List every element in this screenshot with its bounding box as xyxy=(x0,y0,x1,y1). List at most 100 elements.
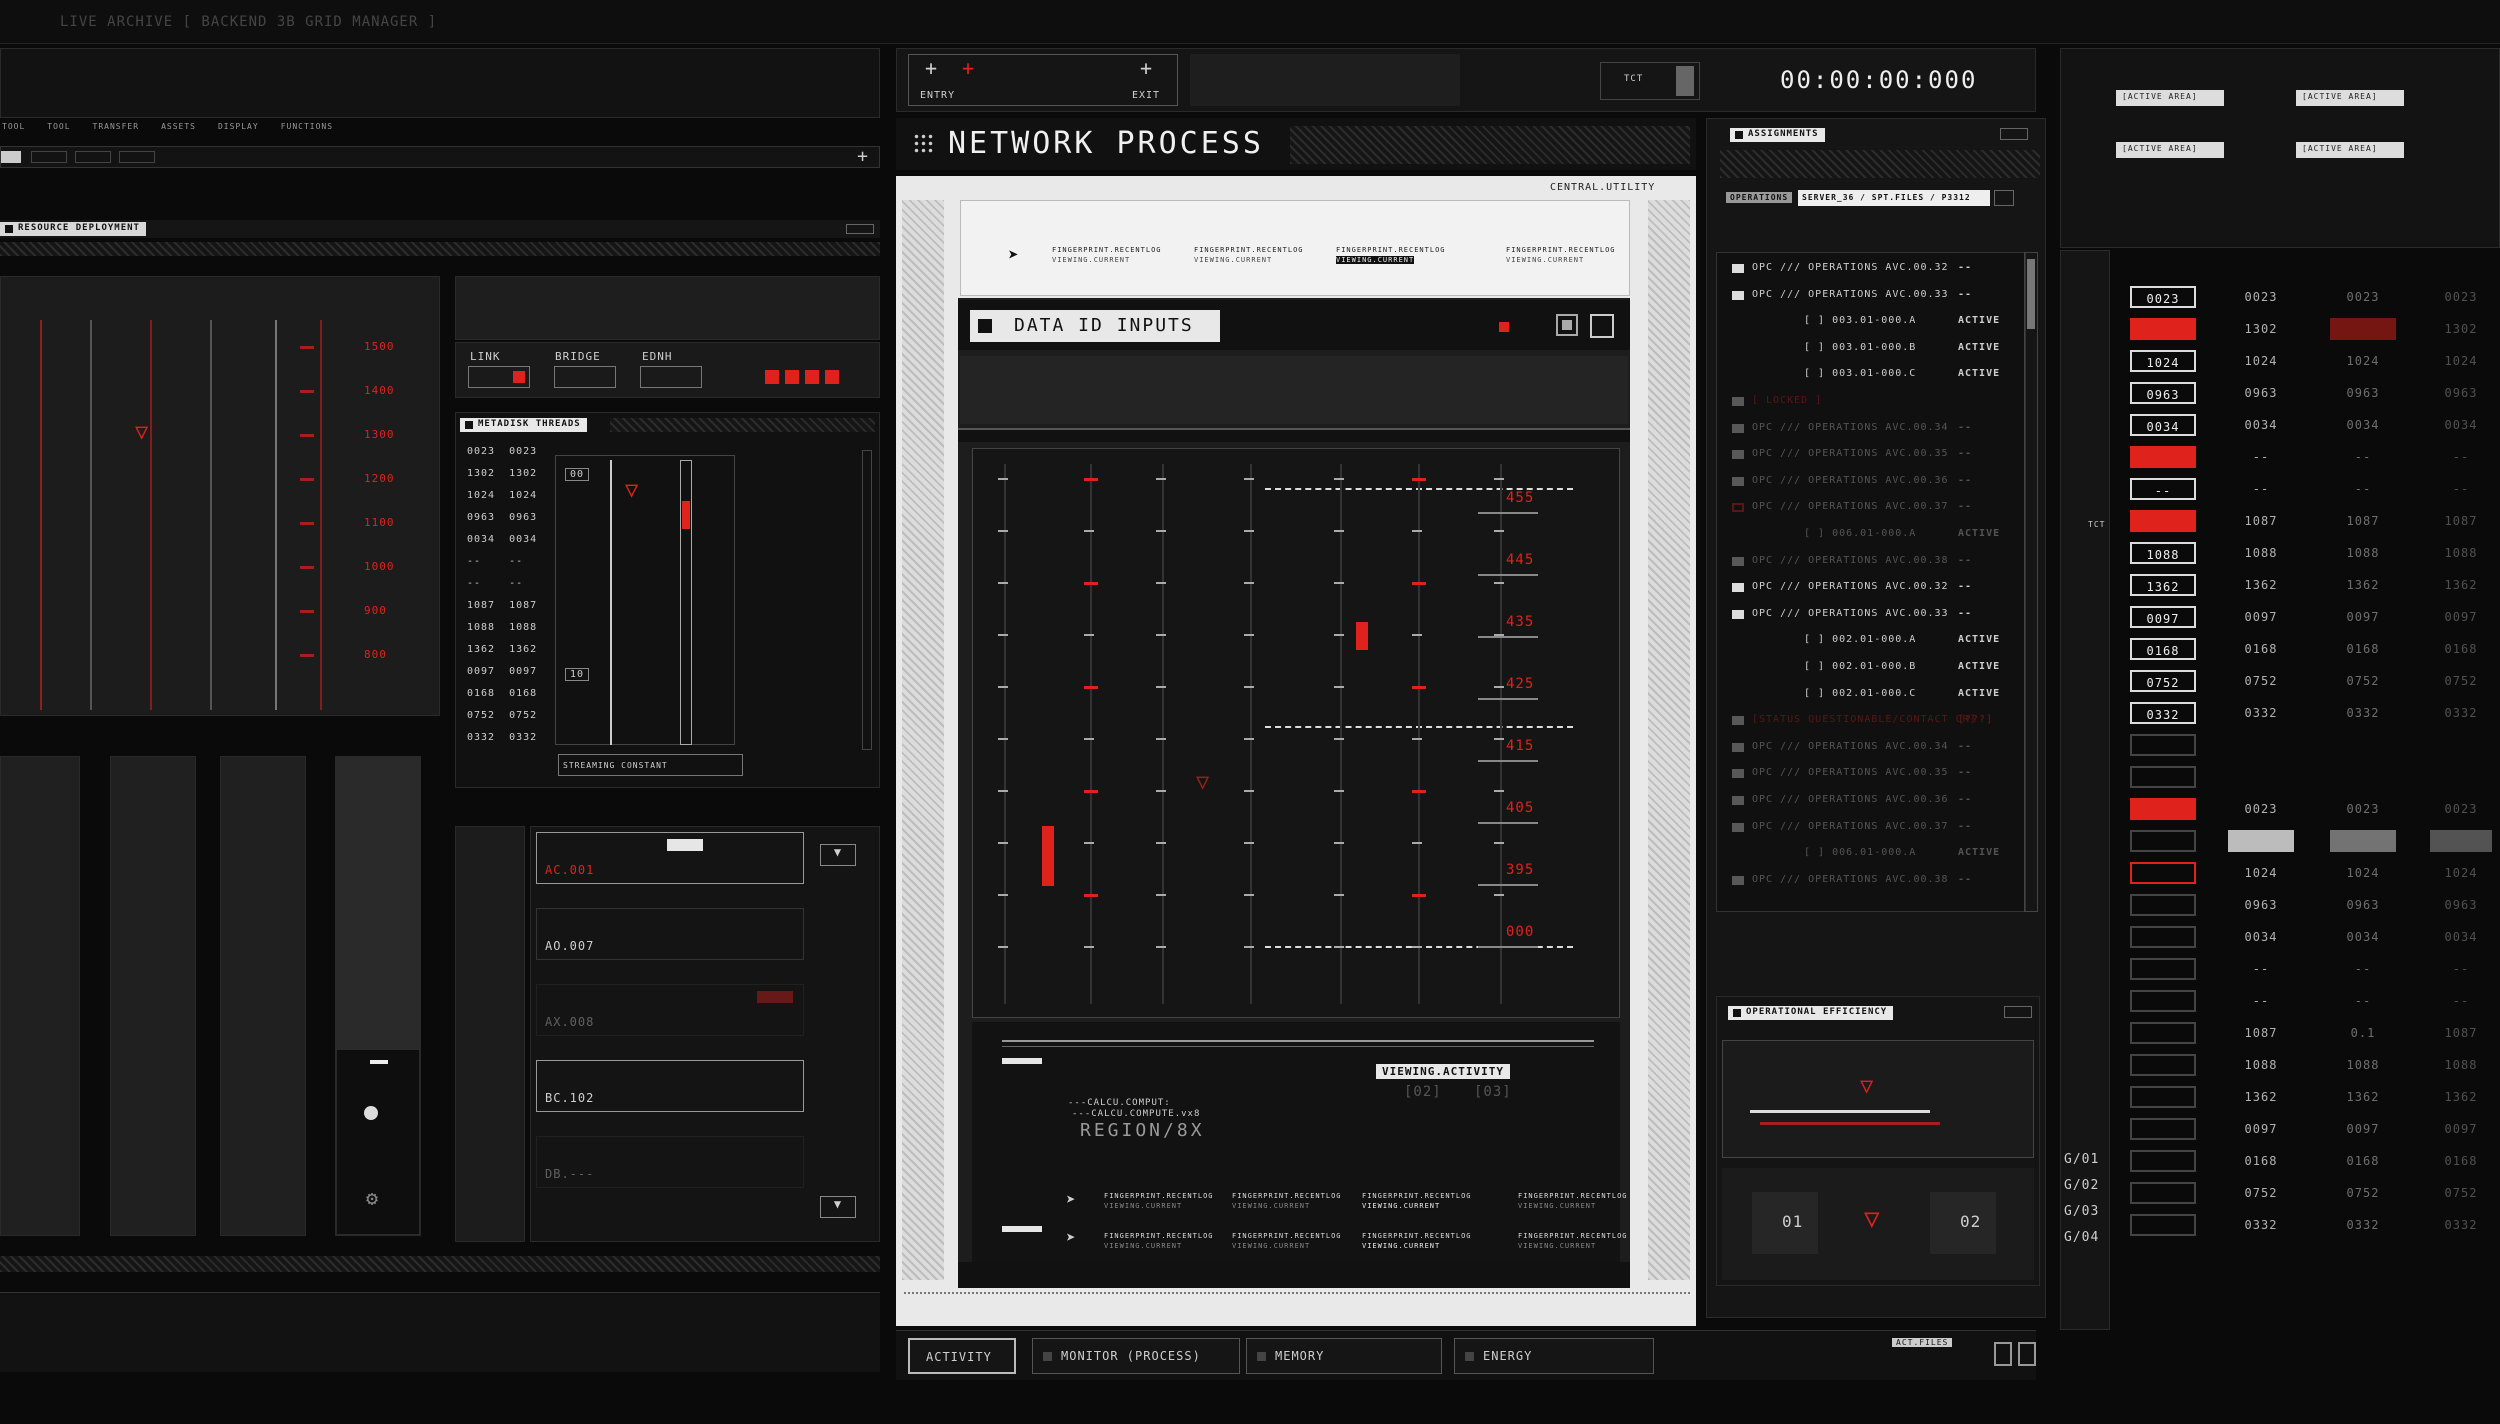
grid-cell[interactable]: 0023 xyxy=(2430,798,2492,820)
grid-cell[interactable] xyxy=(2130,830,2196,852)
grid-cell[interactable]: -- xyxy=(2228,990,2294,1012)
grid-cell[interactable]: 0752 xyxy=(2228,1182,2294,1204)
grid-cell[interactable]: 0963 xyxy=(2228,382,2294,404)
add-path-button[interactable]: + xyxy=(857,146,869,167)
grid-cell[interactable]: 1088 xyxy=(2430,1054,2492,1076)
grid-cell[interactable]: 0023 xyxy=(2228,286,2294,308)
grid-cell[interactable]: 0023 xyxy=(2130,286,2196,308)
grid-cell[interactable]: 0034 xyxy=(2330,414,2396,436)
left-tab[interactable]: ASSETS xyxy=(161,122,196,144)
grid-cell[interactable]: 1362 xyxy=(2430,1086,2492,1108)
grid-cell[interactable]: -- xyxy=(2130,478,2196,500)
tab-energy[interactable]: ENERGY xyxy=(1454,1338,1654,1374)
grid-cell[interactable] xyxy=(2130,990,2196,1012)
grid-cell[interactable]: -- xyxy=(2330,990,2396,1012)
grid-cell[interactable] xyxy=(2130,798,2196,820)
grid-cell[interactable]: -- xyxy=(2228,478,2294,500)
assignment-row[interactable]: OPC /// OPERATIONS AVC.00.35 -- xyxy=(1732,765,2032,785)
grid-cell[interactable]: 0332 xyxy=(2130,702,2196,724)
grid-cell[interactable]: 0097 xyxy=(2430,1118,2492,1140)
entry-add-button[interactable]: + xyxy=(925,56,938,80)
list-item[interactable]: BC.102 xyxy=(536,1060,804,1112)
play-arrow-icon[interactable]: ➤ xyxy=(1008,245,1020,266)
grid-cell[interactable] xyxy=(2130,734,2196,756)
grid-cell[interactable] xyxy=(2130,766,2196,788)
grid-cell[interactable]: -- xyxy=(2430,478,2492,500)
left-tab[interactable]: FUNCTIONS xyxy=(281,122,333,144)
grid-cell[interactable]: 1024 xyxy=(2430,862,2492,884)
assignment-row[interactable]: OPC /// OPERATIONS AVC.00.38 -- xyxy=(1732,872,2032,892)
assignment-row[interactable]: OPC /// OPERATIONS AVC.00.38 -- xyxy=(1732,553,2032,573)
grid-cell[interactable]: 0023 xyxy=(2430,286,2492,308)
layout-toggle-button[interactable] xyxy=(1994,1342,2012,1366)
grid-cell[interactable]: 0034 xyxy=(2228,414,2294,436)
grid-cell[interactable]: -- xyxy=(2430,990,2492,1012)
grid-cell[interactable]: 1024 xyxy=(2228,862,2294,884)
grid-cell[interactable]: 1087 xyxy=(2228,510,2294,532)
grid-cell[interactable]: 0752 xyxy=(2430,670,2492,692)
grid-cell[interactable] xyxy=(2130,894,2196,916)
assignment-row[interactable]: OPC /// OPERATIONS AVC.00.37 -- xyxy=(1732,819,2032,839)
path-dropdown-button[interactable] xyxy=(1994,190,2014,206)
grid-cell[interactable]: 0332 xyxy=(2330,702,2396,724)
grid-cell[interactable] xyxy=(2130,1118,2196,1140)
grid-cell[interactable] xyxy=(2330,766,2396,788)
tab-activity[interactable]: ACTIVITY xyxy=(908,1338,1016,1374)
assignment-row[interactable]: OPC /// OPERATIONS AVC.00.33 -- xyxy=(1732,606,2032,626)
assignment-row[interactable]: OPC /// OPERATIONS AVC.00.32 -- xyxy=(1732,579,2032,599)
grid-cell[interactable] xyxy=(2430,766,2492,788)
grid-cell[interactable]: 1302 xyxy=(2430,318,2492,340)
assignment-row[interactable]: [ ] 006.01-000.A ACTIVE xyxy=(1732,845,2032,865)
grid-cell[interactable]: 0023 xyxy=(2228,798,2294,820)
play-arrow-icon[interactable]: ➤ xyxy=(1066,1190,1077,1209)
assignment-row[interactable]: [STATUS QUESTIONABLE/CONTACT CR] [???] xyxy=(1732,712,2032,732)
grid-cell[interactable]: 0168 xyxy=(2228,1150,2294,1172)
grid-cell[interactable]: 0.1 xyxy=(2330,1022,2396,1044)
grid-cell[interactable] xyxy=(2130,318,2196,340)
tab-monitor-process[interactable]: MONITOR (PROCESS) xyxy=(1032,1338,1240,1374)
grid-cell[interactable] xyxy=(2430,830,2492,852)
assignment-row[interactable]: [ ] 002.01-000.C ACTIVE xyxy=(1732,686,2032,706)
grid-cell[interactable]: -- xyxy=(2228,446,2294,468)
grid-cell[interactable]: 1088 xyxy=(2228,1054,2294,1076)
assignment-row[interactable]: OPC /// OPERATIONS AVC.00.34 -- xyxy=(1732,739,2032,759)
efficiency-window-buttons[interactable] xyxy=(2004,1006,2032,1018)
layout-toggle-button[interactable] xyxy=(2018,1342,2036,1366)
grid-cell[interactable]: 1024 xyxy=(2430,350,2492,372)
assignment-row[interactable]: OPC /// OPERATIONS AVC.00.33 -- xyxy=(1732,287,2032,307)
grid-cell[interactable]: -- xyxy=(2330,478,2396,500)
left-tab[interactable]: TOOL xyxy=(47,122,70,144)
grid-cell[interactable]: 1088 xyxy=(2430,542,2492,564)
grid-cell[interactable]: 0752 xyxy=(2130,670,2196,692)
grid-cell[interactable]: 0168 xyxy=(2330,638,2396,660)
gear-icon[interactable]: ⚙ xyxy=(366,1186,379,1210)
grid-cell[interactable]: 0332 xyxy=(2228,1214,2294,1236)
active-area-button[interactable]: [ACTIVE AREA] xyxy=(2116,90,2224,106)
grid-label[interactable]: G/04 xyxy=(2064,1230,2099,1245)
grid-cell[interactable] xyxy=(2130,1182,2196,1204)
grid-cell[interactable]: 1087 xyxy=(2228,1022,2294,1044)
tab-memory[interactable]: MEMORY xyxy=(1246,1338,1442,1374)
grid-cell[interactable]: 0168 xyxy=(2228,638,2294,660)
active-area-button[interactable]: [ACTIVE AREA] xyxy=(2296,90,2404,106)
bridge-toggle[interactable] xyxy=(554,366,616,388)
grid-cell[interactable]: 1024 xyxy=(2330,350,2396,372)
grid-cell[interactable]: 0752 xyxy=(2430,1182,2492,1204)
grid-cell[interactable]: 0332 xyxy=(2330,1214,2396,1236)
grid-cell[interactable] xyxy=(2130,1214,2196,1236)
grid-cell[interactable]: -- xyxy=(2228,958,2294,980)
entry-marker-button[interactable]: + xyxy=(962,56,975,80)
resource-window-buttons[interactable] xyxy=(846,224,874,234)
grid-cell[interactable]: -- xyxy=(2430,446,2492,468)
grid-cell[interactable] xyxy=(2430,734,2492,756)
left-tab[interactable]: DISPLAY xyxy=(218,122,259,144)
grid-cell[interactable]: 1362 xyxy=(2430,574,2492,596)
grid-cell[interactable]: 1024 xyxy=(2228,350,2294,372)
grid-cell[interactable]: 1088 xyxy=(2130,542,2196,564)
grid-cell[interactable]: 0097 xyxy=(2228,1118,2294,1140)
grid-cell[interactable]: 0034 xyxy=(2130,414,2196,436)
active-area-button[interactable]: [ACTIVE AREA] xyxy=(2116,142,2224,158)
grid-label[interactable]: G/03 xyxy=(2064,1204,2099,1219)
grid-cell[interactable]: 0034 xyxy=(2430,414,2492,436)
link-toggle[interactable] xyxy=(468,366,530,388)
